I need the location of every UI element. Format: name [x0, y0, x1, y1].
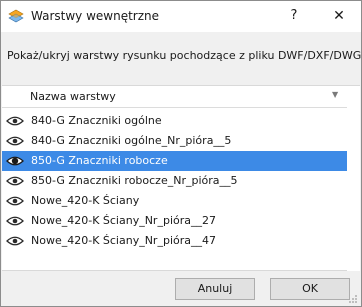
- list-item[interactable]: 850-G Znaczniki robocze: [2, 151, 347, 171]
- layer-list[interactable]: Nazwa warstwy ▼ 840-G Znaczniki ogólne 84…: [2, 85, 360, 271]
- eye-icon[interactable]: [6, 215, 24, 227]
- eye-icon[interactable]: [6, 235, 24, 247]
- resize-grip-icon[interactable]: [348, 294, 358, 304]
- title-bar: Warstwy wewnętrzne ? ✕: [1, 1, 361, 32]
- list-item-label: 840-G Znaczniki ogólne_Nr_pióra__5: [31, 134, 232, 147]
- list-item-label: 850-G Znaczniki robocze: [31, 154, 168, 167]
- list-item[interactable]: 840-G Znaczniki ogólne_Nr_pióra__5: [2, 131, 347, 151]
- list-item[interactable]: Nowe_420-K Ściany: [2, 191, 347, 211]
- layers-app-icon: [8, 9, 24, 23]
- list-column-header[interactable]: Nazwa warstwy ▼: [2, 86, 347, 108]
- sort-down-icon[interactable]: ▼: [332, 90, 338, 99]
- cancel-button[interactable]: Anuluj: [175, 278, 255, 300]
- eye-icon[interactable]: [6, 115, 24, 127]
- list-item-label: Nowe_420-K Ściany_Nr_pióra__47: [31, 234, 216, 247]
- eye-icon[interactable]: [6, 195, 24, 207]
- list-scrollbar-area: [347, 86, 360, 271]
- list-item-label: Nowe_420-K Ściany_Nr_pióra__27: [31, 214, 216, 227]
- list-item[interactable]: 840-G Znaczniki ogólne: [2, 111, 347, 131]
- column-header-label: Nazwa warstwy: [30, 90, 116, 103]
- list-item[interactable]: Nowe_420-K Ściany_Nr_pióra__27: [2, 211, 347, 231]
- help-button[interactable]: ?: [283, 4, 305, 28]
- eye-icon[interactable]: [6, 135, 24, 147]
- dialog-button-bar: Anuluj OK: [1, 271, 361, 306]
- dialog-description: Pokaż/ukryj warstwy rysunku pochodzące z…: [7, 49, 362, 62]
- list-item-label: 840-G Znaczniki ogólne: [31, 114, 162, 127]
- layer-rows: 840-G Znaczniki ogólne 840-G Znaczniki og…: [2, 111, 347, 251]
- list-item-label: 850-G Znaczniki robocze_Nr_pióra__5: [31, 174, 238, 187]
- ok-button[interactable]: OK: [270, 278, 350, 300]
- list-item[interactable]: Nowe_420-K Ściany_Nr_pióra__47: [2, 231, 347, 251]
- close-button[interactable]: ✕: [325, 4, 353, 28]
- layers-dialog: Warstwy wewnętrzne ? ✕ Pokaż/ukryj warst…: [0, 0, 362, 307]
- eye-icon[interactable]: [6, 155, 24, 167]
- list-item-label: Nowe_420-K Ściany: [31, 194, 140, 207]
- list-item[interactable]: 850-G Znaczniki robocze_Nr_pióra__5: [2, 171, 347, 191]
- eye-icon[interactable]: [6, 175, 24, 187]
- window-title: Warstwy wewnętrzne: [31, 9, 159, 23]
